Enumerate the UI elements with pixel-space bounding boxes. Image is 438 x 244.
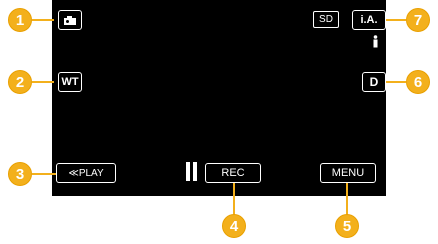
callout-7: 7 bbox=[406, 8, 430, 32]
callout-4: 4 bbox=[222, 214, 246, 238]
callout-line-3 bbox=[32, 173, 56, 175]
callout-line-5 bbox=[346, 183, 348, 215]
menu-button[interactable]: MENU bbox=[320, 163, 376, 183]
callout-line-6 bbox=[384, 81, 406, 83]
display-button[interactable]: D bbox=[362, 72, 386, 92]
callout-1: 1 bbox=[8, 8, 32, 32]
wt-zoom-button[interactable]: WT bbox=[58, 72, 82, 92]
callout-line-4 bbox=[233, 183, 235, 215]
sd-card-indicator: SD bbox=[313, 11, 339, 28]
person-icon bbox=[373, 35, 378, 48]
callout-6: 6 bbox=[406, 70, 430, 94]
callout-3: 3 bbox=[8, 162, 32, 186]
intelligent-auto-button[interactable]: i.A. bbox=[352, 10, 386, 30]
callout-line-2 bbox=[32, 81, 54, 83]
pause-icon bbox=[186, 162, 197, 181]
callout-5: 5 bbox=[335, 214, 359, 238]
rec-button[interactable]: REC bbox=[205, 163, 261, 183]
callout-line-1 bbox=[32, 19, 54, 21]
play-mode-button[interactable]: ≪PLAY bbox=[56, 163, 116, 183]
recording-mode-button[interactable] bbox=[58, 10, 82, 30]
callout-2: 2 bbox=[8, 70, 32, 94]
callout-line-7 bbox=[384, 19, 406, 21]
camcorder-icon bbox=[64, 15, 76, 25]
